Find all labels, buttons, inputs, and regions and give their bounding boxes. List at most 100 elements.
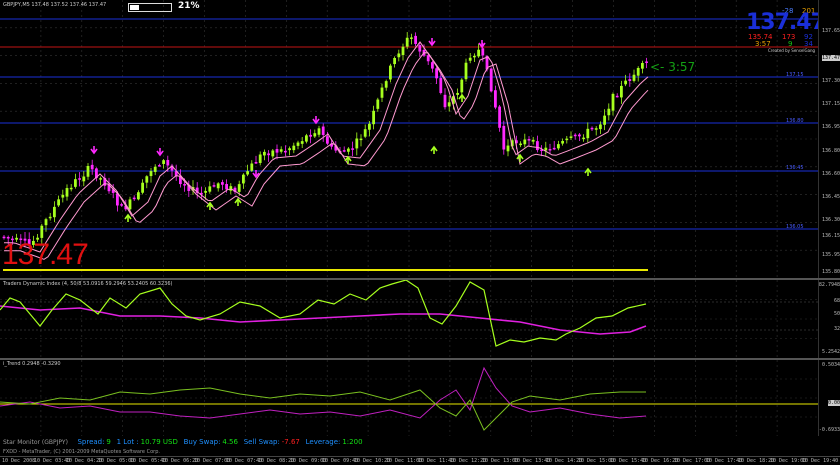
indicator-pane-tdi[interactable]: Traders Dynamic Index (4, 50/8 53.0916 5… — [0, 280, 818, 358]
time-tick: 10 Dec 08:20 — [258, 458, 295, 464]
price-tick: 137.15 — [821, 101, 840, 107]
candle-body — [141, 182, 144, 193]
sell-swap-label: Sell Swap: — [243, 438, 280, 446]
candle-body — [368, 123, 371, 130]
main-chart-pane[interactable]: GBPJPY,M5 137.48 137.52 137.46 137.47 21… — [0, 0, 818, 278]
candle-body — [363, 129, 367, 137]
price-axis[interactable]: 137.65 137.47 137.30 137.15 136.95 136.8… — [818, 0, 840, 278]
time-tick: 10 Dec 15:40 — [610, 458, 647, 464]
candle-body — [376, 99, 380, 109]
candle-body — [351, 148, 354, 150]
candle-body — [397, 53, 401, 58]
time-tick: 10 Dec 2008 — [2, 458, 36, 464]
candle-body — [149, 171, 153, 177]
tdi-canvas[interactable] — [0, 280, 818, 358]
price-tick: 137.30 — [821, 78, 840, 84]
candle-body — [48, 216, 52, 219]
candle-body — [82, 176, 86, 182]
info-credit: Created by SenselGang — [768, 48, 816, 53]
candle-body — [65, 188, 69, 197]
price-tick: 137.47 — [821, 55, 840, 61]
buy-arrow-icon — [584, 167, 592, 176]
candle-body — [347, 148, 350, 152]
candle-body — [405, 37, 409, 47]
time-tick: 10 Dec 14:20 — [546, 458, 583, 464]
candle-body — [99, 178, 102, 180]
candle-body — [620, 85, 623, 98]
candle-body — [603, 115, 606, 125]
candle-body — [393, 57, 396, 65]
candle-body — [258, 154, 262, 163]
candle-body — [279, 149, 283, 152]
tdi-tick: 5.2542 — [821, 349, 840, 355]
candle-body — [321, 126, 325, 135]
level-label-4: 136.05 — [786, 224, 804, 230]
buy-arrow-icon — [344, 155, 352, 164]
candle-body — [431, 62, 434, 69]
indicator-pane-itrend[interactable]: i_Trend 0.2948 -0.3290 — [0, 360, 818, 436]
candle-body — [326, 136, 329, 144]
candle-body — [536, 141, 539, 151]
time-tick: 10 Dec 11:00 — [386, 458, 423, 464]
sell-arrow-icon — [156, 148, 164, 157]
candle-body — [69, 187, 73, 190]
time-tick: 10 Dec 13:00 — [482, 458, 519, 464]
tdi-axis[interactable]: 82.7948 68 50 32 5.2542 — [818, 280, 840, 358]
candle-body — [494, 90, 497, 108]
candle-body — [439, 78, 443, 93]
candle-body — [599, 124, 602, 130]
price-chart-canvas[interactable] — [0, 0, 818, 278]
candle-body — [456, 92, 459, 95]
itrend-axis[interactable]: 0.5034 0.00 -0.6933 — [818, 360, 840, 436]
candle-body — [611, 93, 615, 111]
price-tick: 135.95 — [821, 252, 840, 258]
sell-arrow-icon — [478, 40, 486, 49]
candle-body — [263, 151, 266, 156]
time-tick: 10 Dec 11:40 — [418, 458, 455, 464]
candle-body — [225, 183, 228, 190]
symbol-ohlc-label: GBPJPY,M5 137.48 137.52 137.46 137.47 — [3, 2, 107, 8]
candle-body — [552, 147, 556, 150]
buy-arrow-icon — [234, 197, 242, 206]
level-label-3: 136.45 — [786, 165, 804, 171]
spread-label: Spread: — [77, 438, 105, 446]
candles — [2, 32, 648, 248]
buy-swap-value: 4.56 — [222, 438, 238, 446]
candle-body — [116, 193, 119, 206]
candle-body — [573, 134, 577, 137]
candle-body — [221, 182, 224, 185]
candle-body — [212, 185, 216, 187]
buy-swap-label: Buy Swap: — [183, 438, 221, 446]
candle-body — [506, 145, 510, 152]
candle-body — [531, 139, 535, 142]
candle-body — [300, 141, 304, 144]
candle-body — [242, 174, 245, 184]
candle-body — [355, 138, 359, 149]
price-tick: 136.80 — [821, 148, 840, 154]
candle-body — [216, 183, 220, 189]
candle-body — [473, 55, 476, 58]
candle-body — [317, 128, 321, 135]
candle-body — [632, 74, 636, 81]
candle-body — [641, 63, 644, 69]
time-tick: 10 Dec 06:20 — [162, 458, 199, 464]
itrend-canvas[interactable] — [0, 360, 818, 436]
spread-percent: 21% — [178, 1, 200, 11]
time-tick: 10 Dec 04:20 — [66, 458, 103, 464]
time-tick: 10 Dec 12:20 — [450, 458, 487, 464]
candle-body — [498, 106, 501, 128]
candle-body — [166, 159, 170, 166]
price-tick: 136.95 — [821, 124, 840, 130]
sell-arrow-icon — [428, 38, 436, 47]
candle-body — [132, 197, 136, 200]
candle-body — [271, 150, 275, 157]
candle-body — [582, 137, 585, 140]
candle-body — [645, 61, 648, 63]
level-label-1: 137.15 — [786, 72, 804, 78]
candle-body — [523, 139, 527, 145]
candle-body — [624, 80, 627, 85]
candle-body — [389, 65, 392, 80]
candle-body — [128, 199, 132, 210]
itrend-tick: 0.5034 — [821, 362, 840, 368]
candle-body — [53, 206, 56, 218]
